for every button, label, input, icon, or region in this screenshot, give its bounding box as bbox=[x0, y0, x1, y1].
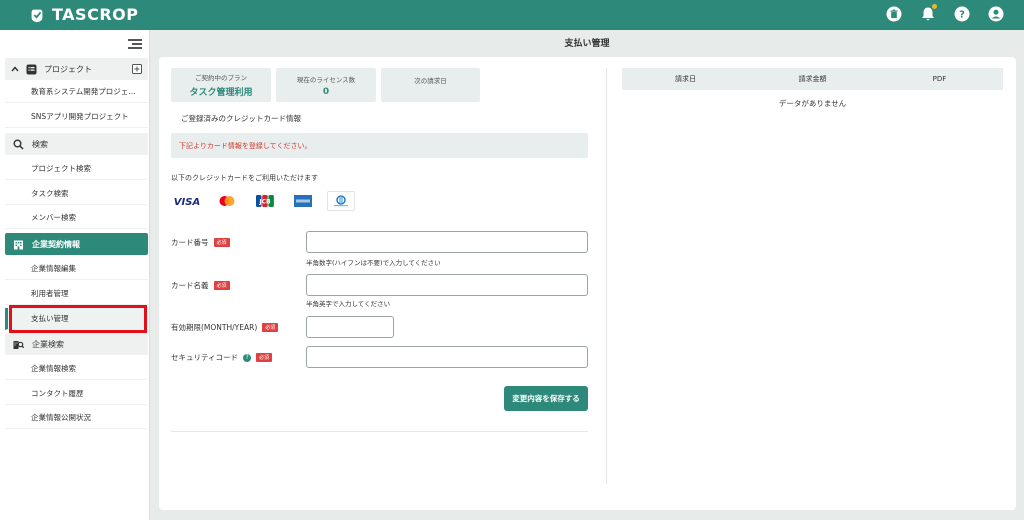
expiry-label: 有効期限(MONTH/YEAR) bbox=[171, 323, 258, 332]
app-name: TASCROP bbox=[52, 5, 139, 24]
app-header: TASCROP ? bbox=[0, 0, 1024, 30]
company-search-icon bbox=[13, 340, 24, 349]
jcb-icon: JCB bbox=[251, 191, 279, 211]
invoice-table-header: 請求日 請求金額 PDF bbox=[622, 68, 1003, 90]
alert-message: 下記よりカード情報を登録してください。 bbox=[171, 133, 588, 158]
registered-card-title: ご登録済みのクレジットカード情報 bbox=[181, 114, 301, 123]
license-count-value: 0 bbox=[322, 86, 330, 97]
security-code-field-label: セキュリティコード ? 必須 bbox=[171, 352, 273, 363]
expiry-input[interactable] bbox=[306, 316, 394, 338]
sidebar-item-project[interactable]: 教育系システム開発プロジェ… bbox=[5, 81, 148, 103]
card-number-field-label: カード番号 必須 bbox=[171, 237, 230, 248]
visa-icon: VISA bbox=[171, 191, 203, 211]
svg-text:?: ? bbox=[959, 10, 965, 21]
sidebar-section-label: プロジェクト bbox=[44, 64, 92, 74]
sidebar-item-project[interactable]: SNSアプリ開発プロジェクト bbox=[5, 106, 148, 128]
required-badge: 必須 bbox=[256, 353, 273, 362]
required-badge: 必須 bbox=[213, 281, 230, 290]
card-name-label: カード名義 bbox=[171, 281, 209, 290]
amex-icon bbox=[289, 191, 317, 211]
divider bbox=[171, 431, 588, 432]
license-count-label: 現在のライセンス数 bbox=[296, 75, 356, 84]
trash-icon[interactable] bbox=[886, 6, 902, 22]
sidebar-item-contact-history[interactable]: コンタクト履歴 bbox=[5, 383, 148, 405]
next-billing-box: 次の請求日 bbox=[381, 68, 480, 102]
save-button[interactable]: 変更内容を保存する bbox=[504, 386, 588, 411]
bell-icon[interactable] bbox=[920, 4, 937, 22]
required-badge: 必須 bbox=[262, 323, 279, 332]
sidebar-section-search[interactable]: 検索 bbox=[5, 133, 148, 155]
card-name-hint: 半角英字で入力してください bbox=[306, 300, 391, 308]
sidebar-item-project-search[interactable]: プロジェクト検索 bbox=[5, 158, 148, 180]
accepted-cards-label: 以下のクレジットカードをご利用いただけます bbox=[171, 174, 318, 182]
column-header-billing-amount: 請求金額 bbox=[798, 75, 827, 83]
menu-toggle-icon[interactable] bbox=[128, 39, 142, 49]
divider bbox=[606, 68, 607, 484]
sidebar-section-project[interactable]: プロジェクト bbox=[5, 58, 148, 80]
sidebar-section-label: 検索 bbox=[32, 139, 48, 149]
current-plan-label: ご契約中のプラン bbox=[195, 74, 247, 82]
column-header-billing-date: 請求日 bbox=[675, 75, 696, 83]
sidebar-item-member-search[interactable]: メンバー検索 bbox=[5, 207, 148, 229]
page-title: 支払い管理 bbox=[564, 39, 610, 49]
project-icon bbox=[26, 64, 37, 74]
sidebar-section-company-contract[interactable]: 企業契約情報 bbox=[5, 233, 148, 255]
logo-mark-icon bbox=[31, 9, 43, 22]
card-name-field-label: カード名義 必須 bbox=[171, 280, 230, 291]
info-icon[interactable]: ? bbox=[243, 353, 252, 362]
current-plan-box: ご契約中のプラン タスク管理利用 bbox=[171, 68, 271, 102]
sidebar-item-user-management[interactable]: 利用者管理 bbox=[5, 283, 148, 305]
diners-club-icon bbox=[327, 191, 355, 211]
next-billing-label: 次の請求日 bbox=[414, 77, 447, 85]
card-number-input[interactable] bbox=[306, 231, 588, 253]
security-code-label: セキュリティコード bbox=[171, 353, 239, 362]
column-header-pdf: PDF bbox=[932, 75, 947, 83]
sidebar-item-company-info-search[interactable]: 企業情報検索 bbox=[5, 358, 148, 380]
building-icon bbox=[14, 240, 23, 249]
sidebar-item-task-search[interactable]: タスク検索 bbox=[5, 183, 148, 205]
current-plan-value: タスク管理利用 bbox=[189, 88, 253, 98]
notification-dot bbox=[932, 4, 937, 9]
add-project-icon[interactable] bbox=[132, 64, 142, 74]
svg-text:VISA: VISA bbox=[174, 197, 200, 207]
app-logo[interactable]: TASCROP bbox=[28, 5, 138, 24]
search-icon bbox=[13, 139, 24, 150]
help-icon[interactable]: ? bbox=[954, 6, 970, 22]
required-badge: 必須 bbox=[213, 238, 230, 247]
card-brands: VISA JCB bbox=[171, 191, 355, 211]
card-number-hint: 半角数字(ハイフンは不要)で入力してください bbox=[306, 259, 441, 267]
chevron-up-icon[interactable] bbox=[11, 65, 19, 73]
sidebar-section-label: 企業検索 bbox=[32, 339, 64, 349]
sidebar-section-company-search[interactable]: 企業検索 bbox=[5, 333, 148, 355]
user-icon[interactable] bbox=[988, 6, 1004, 22]
card-number-label: カード番号 bbox=[171, 238, 209, 247]
sidebar-item-company-disclosure-status[interactable]: 企業情報公開状況 bbox=[5, 407, 148, 429]
svg-text:JCB: JCB bbox=[258, 199, 271, 206]
expiry-field-label: 有効期限(MONTH/YEAR) 必須 bbox=[171, 322, 279, 333]
sidebar-item-payment-management[interactable]: 支払い管理 bbox=[5, 308, 148, 330]
mastercard-icon bbox=[213, 191, 241, 211]
empty-state: データがありません bbox=[778, 99, 847, 108]
card-name-input[interactable] bbox=[306, 274, 588, 296]
sidebar-section-label: 企業契約情報 bbox=[32, 239, 80, 249]
security-code-input[interactable] bbox=[306, 346, 588, 368]
license-count-box: 現在のライセンス数 0 bbox=[276, 68, 376, 102]
sidebar-item-company-info-edit[interactable]: 企業情報編集 bbox=[5, 258, 148, 280]
